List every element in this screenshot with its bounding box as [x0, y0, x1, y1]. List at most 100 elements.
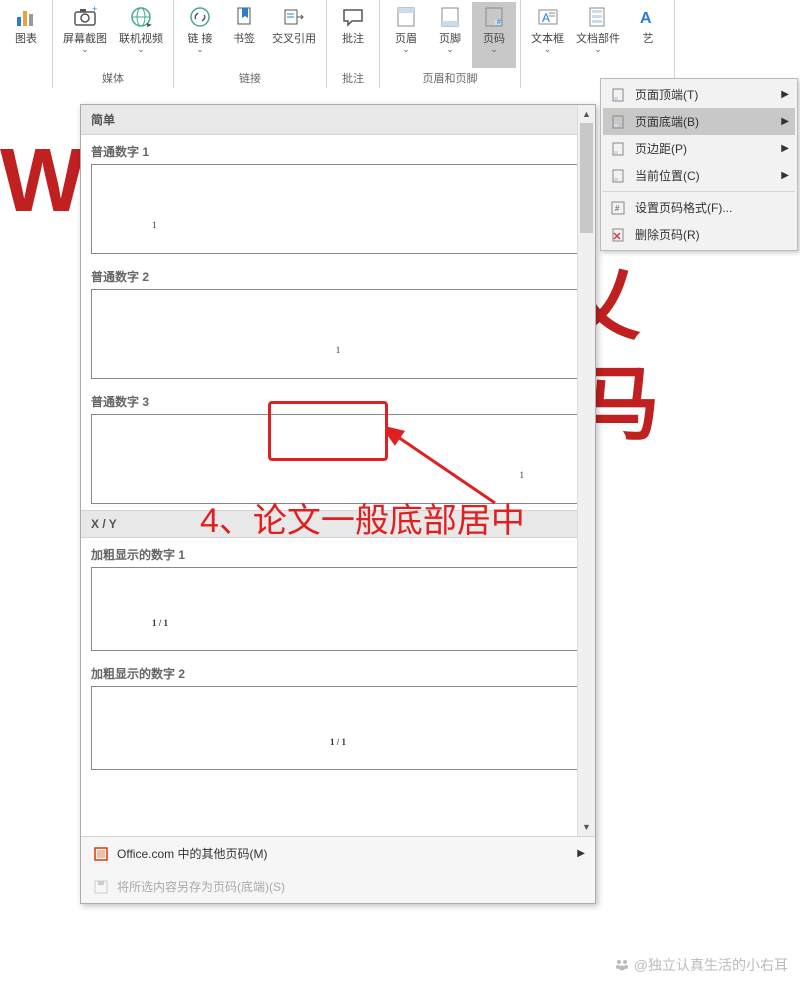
- svg-text:#: #: [497, 19, 501, 26]
- gallery-item-label: 加粗显示的数字 2: [81, 657, 595, 686]
- page-icon: [609, 227, 627, 243]
- scroll-down-icon[interactable]: ▼: [578, 818, 595, 836]
- ribbon-group-label: 页眉和页脚: [423, 68, 478, 88]
- preview-page-number: 1: [520, 470, 525, 480]
- pagenum-icon: #: [481, 4, 507, 30]
- dropdown-item[interactable]: 页面顶端(T) ▶: [603, 81, 795, 108]
- page-icon: [609, 114, 627, 130]
- link-icon: [187, 4, 213, 30]
- scroll-thumb[interactable]: [580, 123, 593, 233]
- chevron-down-icon: ⌄: [402, 44, 410, 55]
- ribbon-group-label: 批注: [342, 68, 364, 88]
- dropdown-item-label: 页面顶端(T): [635, 86, 698, 103]
- preview-page-number: 1 / 1: [152, 618, 168, 628]
- save-label: 将所选内容另存为页码(底端)(S): [117, 878, 285, 895]
- watermark: @独立认真生活的小右耳: [614, 955, 788, 975]
- page-icon: [609, 168, 627, 184]
- ribbon-btn-label: 交叉引用: [272, 32, 316, 46]
- ribbon-toolbar: 图表+屏幕截图⌄联机视频⌄媒体链 接⌄书签交叉引用链接批注批注页眉⌄页脚⌄#页码…: [0, 0, 800, 88]
- chevron-right-icon: ▶: [781, 89, 789, 100]
- dropdown-item-label: 设置页码格式(F)...: [635, 199, 732, 216]
- ribbon-link-button[interactable]: 链 接⌄: [178, 2, 222, 68]
- more-from-office-item[interactable]: Office.com 中的其他页码(M) ▶: [81, 837, 595, 870]
- gallery-preview-left[interactable]: 1 / 1: [91, 567, 585, 651]
- dropdown-item[interactable]: 页面底端(B)▶: [603, 108, 795, 135]
- chart-icon: [13, 4, 39, 30]
- chevron-down-icon: ⌄: [81, 44, 89, 55]
- parts-icon: [585, 4, 611, 30]
- ribbon-globe-button[interactable]: 联机视频⌄: [113, 2, 169, 68]
- ribbon-comment-button[interactable]: 批注: [331, 2, 375, 68]
- ribbon-parts-button[interactable]: 文档部件⌄: [570, 2, 626, 84]
- svg-text:A: A: [640, 10, 652, 27]
- ribbon-camera-button[interactable]: +屏幕截图⌄: [57, 2, 113, 68]
- crossref-icon: [281, 4, 307, 30]
- header-icon: [393, 4, 419, 30]
- camera-icon: +: [72, 4, 98, 30]
- preview-page-number: 1 / 1: [330, 737, 346, 747]
- gallery-preview-left[interactable]: 1: [91, 164, 585, 254]
- gallery-scrollbar[interactable]: ▲ ▼: [577, 105, 595, 836]
- ribbon-btn-label: 艺: [643, 32, 654, 46]
- scroll-up-icon[interactable]: ▲: [578, 105, 595, 123]
- chevron-down-icon: ⌄: [490, 44, 498, 55]
- chevron-down-icon: ⌄: [446, 44, 454, 55]
- dropdown-item[interactable]: 页边距(P)▶: [603, 135, 795, 162]
- svg-text:#: #: [615, 204, 620, 213]
- save-selection-item: 将所选内容另存为页码(底端)(S): [81, 870, 595, 903]
- ribbon-group: +屏幕截图⌄联机视频⌄媒体: [53, 0, 174, 88]
- ribbon-textbox-button[interactable]: A文本框⌄: [525, 2, 570, 84]
- menu-separator: [603, 191, 795, 192]
- ribbon-bookmark-button[interactable]: 书签: [222, 2, 266, 68]
- textbox-icon: A: [535, 4, 561, 30]
- gallery-item-label: 普通数字 1: [81, 135, 595, 164]
- svg-text:+: +: [92, 5, 97, 14]
- chevron-down-icon: ⌄: [594, 44, 602, 55]
- page-icon: [609, 141, 627, 157]
- dropdown-item-label: 当前位置(C): [635, 167, 700, 184]
- ribbon-chart-button[interactable]: 图表: [4, 2, 48, 84]
- chevron-right-icon: ▶: [577, 848, 585, 859]
- ribbon-btn-label: 图表: [15, 32, 37, 46]
- dropdown-item[interactable]: 当前位置(C)▶: [603, 162, 795, 189]
- bookmark-icon: [231, 4, 257, 30]
- ribbon-group-label: 媒体: [102, 68, 124, 88]
- ribbon-group-label: 链接: [239, 68, 261, 88]
- ribbon-group: 页眉⌄页脚⌄#页码⌄页眉和页脚: [380, 0, 521, 88]
- gallery-item-label: 普通数字 2: [81, 260, 595, 289]
- wordart-icon: A: [635, 4, 661, 30]
- ribbon-pagenum-button[interactable]: #页码⌄: [472, 2, 516, 68]
- chevron-down-icon: ⌄: [196, 44, 204, 55]
- ribbon-group: A文本框⌄文档部件⌄A艺: [521, 0, 675, 88]
- ribbon-group: 链 接⌄书签交叉引用链接: [174, 0, 327, 88]
- ribbon-crossref-button[interactable]: 交叉引用: [266, 2, 322, 68]
- ribbon-group: 图表: [0, 0, 53, 88]
- globe-icon: [128, 4, 154, 30]
- page-icon: [609, 87, 627, 103]
- gallery-item-label: 普通数字 3: [81, 385, 595, 414]
- ribbon-wordart-button[interactable]: A艺: [626, 2, 670, 84]
- dropdown-item-label: 删除页码(R): [635, 226, 700, 243]
- page-number-dropdown: 页面顶端(T)▶页面底端(B)▶页边距(P)▶当前位置(C)▶#设置页码格式(F…: [600, 78, 798, 251]
- footer-icon: [437, 4, 463, 30]
- chevron-down-icon: ⌄: [137, 44, 145, 55]
- gallery-preview-center[interactable]: 1 / 1: [91, 686, 585, 770]
- dropdown-item[interactable]: # 设置页码格式(F)...: [603, 194, 795, 221]
- gallery-section-header: 简单: [81, 105, 595, 135]
- dropdown-item-label: 页面底端(B): [635, 113, 699, 130]
- chevron-right-icon: ▶: [781, 143, 789, 154]
- page-number-gallery: 简单普通数字 11普通数字 21普通数字 31X / Y加粗显示的数字 11 /…: [80, 104, 596, 904]
- ribbon-header-button[interactable]: 页眉⌄: [384, 2, 428, 68]
- svg-text:A: A: [542, 11, 550, 25]
- ribbon-footer-button[interactable]: 页脚⌄: [428, 2, 472, 68]
- preview-page-number: 1: [152, 220, 157, 230]
- page-icon: #: [609, 200, 627, 216]
- gallery-section-header: X / Y: [81, 510, 595, 538]
- gallery-item-label: 加粗显示的数字 1: [81, 538, 595, 567]
- ribbon-btn-label: 批注: [342, 32, 364, 46]
- gallery-preview-right[interactable]: 1: [91, 414, 585, 504]
- save-icon: [91, 879, 111, 895]
- paw-icon: [614, 957, 630, 973]
- dropdown-item[interactable]: 删除页码(R): [603, 221, 795, 248]
- gallery-preview-center[interactable]: 1: [91, 289, 585, 379]
